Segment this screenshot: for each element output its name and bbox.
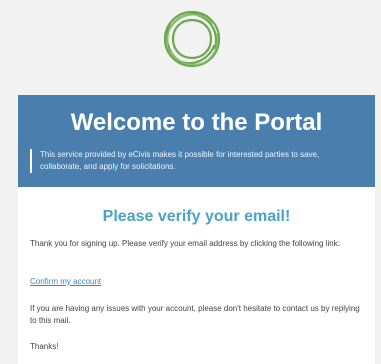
- verify-email-card: Please verify your email! Thank you for …: [18, 187, 375, 364]
- confirm-account-link[interactable]: Confirm my account: [30, 276, 101, 288]
- email-page: Welcome to the Portal This service provi…: [0, 0, 381, 364]
- intro-text: Thank you for signing up. Please verify …: [30, 239, 340, 248]
- verify-heading: Please verify your email!: [102, 208, 291, 225]
- welcome-banner: Welcome to the Portal This service provi…: [18, 95, 375, 187]
- ecivis-logo-icon: [163, 10, 221, 68]
- closing-text: Thanks!: [30, 342, 59, 351]
- logo-header: [0, 0, 381, 95]
- help-text: If you are having any issues with your a…: [30, 304, 360, 325]
- service-description: This service provided by eCivis makes it…: [30, 149, 360, 173]
- welcome-title: Welcome to the Portal: [70, 109, 323, 136]
